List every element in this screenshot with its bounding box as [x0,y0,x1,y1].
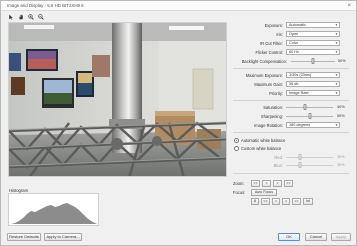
focus-near-button[interactable]: 8 [251,198,259,205]
divider [233,173,349,174]
red-slider[interactable] [286,154,333,160]
slider-track [286,164,333,166]
zoom-in-icon[interactable] [27,14,34,21]
backlight-compensation-label: Backlight Compensation: [241,59,287,64]
slider-track [286,156,333,158]
chevron-down-icon: ▼ [335,23,338,27]
focus-far-back-button[interactable]: << [261,198,270,205]
blue-slider[interactable] [286,162,333,168]
auto-white-balance-label: Automatic white balance [241,138,286,143]
slider-thumb[interactable] [298,162,302,168]
focus-forward-button[interactable]: > [282,198,290,205]
zoom-in-button[interactable]: > [273,180,282,187]
priority-label: Priority: [269,91,283,96]
custom-white-balance-label: Custom white balance [241,146,282,151]
auto-white-balance-radio[interactable] [234,138,239,143]
title-bar: Image and Display - 5.6 HD BIT2XH8 8 × [1,1,356,11]
chevron-down-icon: ▼ [335,50,338,54]
slider-thumb[interactable] [308,113,311,119]
viewer-toolbar [7,13,44,21]
chevron-down-icon: ▼ [335,73,338,77]
chevron-down-icon: ▼ [335,41,338,45]
divider [233,132,349,133]
iris-label: Iris: [276,32,283,37]
close-icon[interactable]: × [347,2,351,10]
chevron-down-icon: ▼ [335,91,338,95]
camera-preview[interactable] [8,22,227,177]
maximum-gain-label: Maximum Gain: [254,82,283,87]
backlight-compensation-value: 50% [338,59,346,63]
sharpening-label: Sharpening: [260,114,283,119]
chevron-down-icon: ▼ [335,82,338,86]
slider-thumb[interactable] [311,58,315,64]
backlight-compensation-slider[interactable] [291,58,335,64]
image-rotation-label: Image Rotation: [254,123,283,128]
maximum-exposure-select[interactable]: 1/30s (33ms) ▼ [286,72,340,78]
focus-far-forward-button[interactable]: >> [292,198,301,205]
focus-label: Focus: [233,190,246,195]
ir-cut-filter-label: IR Cut Filter: [260,41,283,46]
window-title: Image and Display - 5.6 HD BIT2XH8 8 [7,3,84,8]
histogram-graph [8,193,99,226]
zoom-far-out-button[interactable]: << [251,180,260,187]
divider [233,100,349,101]
ir-cut-filter-select[interactable]: Color ▼ [286,40,340,46]
chevron-down-icon: ▼ [335,32,338,36]
priority-select[interactable]: Image Rate ▼ [286,90,340,96]
focus-back-button[interactable]: < [272,198,280,205]
slider-thumb[interactable] [303,104,307,110]
blue-label: Blue: [273,163,283,168]
maximum-exposure-label: Maximum Exposure: [245,73,283,78]
zoom-label: Zoom: [233,181,245,186]
flicker-control-label: Flicker Control: [255,50,283,55]
iris-select[interactable]: Open ▼ [286,31,340,37]
slider-thumb[interactable] [298,154,302,160]
saturation-label: Saturation: [263,105,283,110]
image-rotation-select[interactable]: 180 degrees ▼ [286,122,340,128]
flicker-control-select[interactable]: 60 Hz ▼ [286,49,340,55]
apply-button[interactable]: Apply [331,233,351,241]
pointer-icon[interactable] [7,14,14,21]
exposure-label: Exposure: [264,23,283,28]
hand-icon[interactable] [17,14,24,21]
divider [233,68,349,69]
blue-value: 30% [337,163,345,167]
zoom-far-in-button[interactable]: >> [284,180,293,187]
exposure-select[interactable]: Automatic ▼ [286,22,340,28]
slider-track [286,106,333,108]
image-display-dialog: Image and Display - 5.6 HD BIT2XH8 8 × H… [0,0,357,246]
zoom-out-icon[interactable] [37,14,44,21]
cancel-button[interactable]: Cancel [305,233,327,241]
restore-defaults-button[interactable]: Restore Defaults [7,233,41,241]
focus-infinity-button[interactable]: Inf [303,198,313,205]
chevron-down-icon: ▼ [335,123,338,127]
ok-button[interactable]: OK [278,233,300,241]
zoom-out-button[interactable]: < [262,180,271,187]
custom-white-balance-radio[interactable] [234,146,239,151]
maximum-gain-select[interactable]: 36 db ▼ [286,81,340,87]
auto-focus-button[interactable]: Auto Focus [251,189,277,196]
sharpening-value: 50% [337,114,345,118]
sharpening-slider[interactable] [286,113,333,119]
red-label: Red: [274,155,283,160]
red-value: 30% [337,155,345,159]
apply-to-camera-button[interactable]: Apply to Camera... [44,233,82,241]
saturation-value: 40% [337,105,345,109]
saturation-slider[interactable] [286,104,333,110]
